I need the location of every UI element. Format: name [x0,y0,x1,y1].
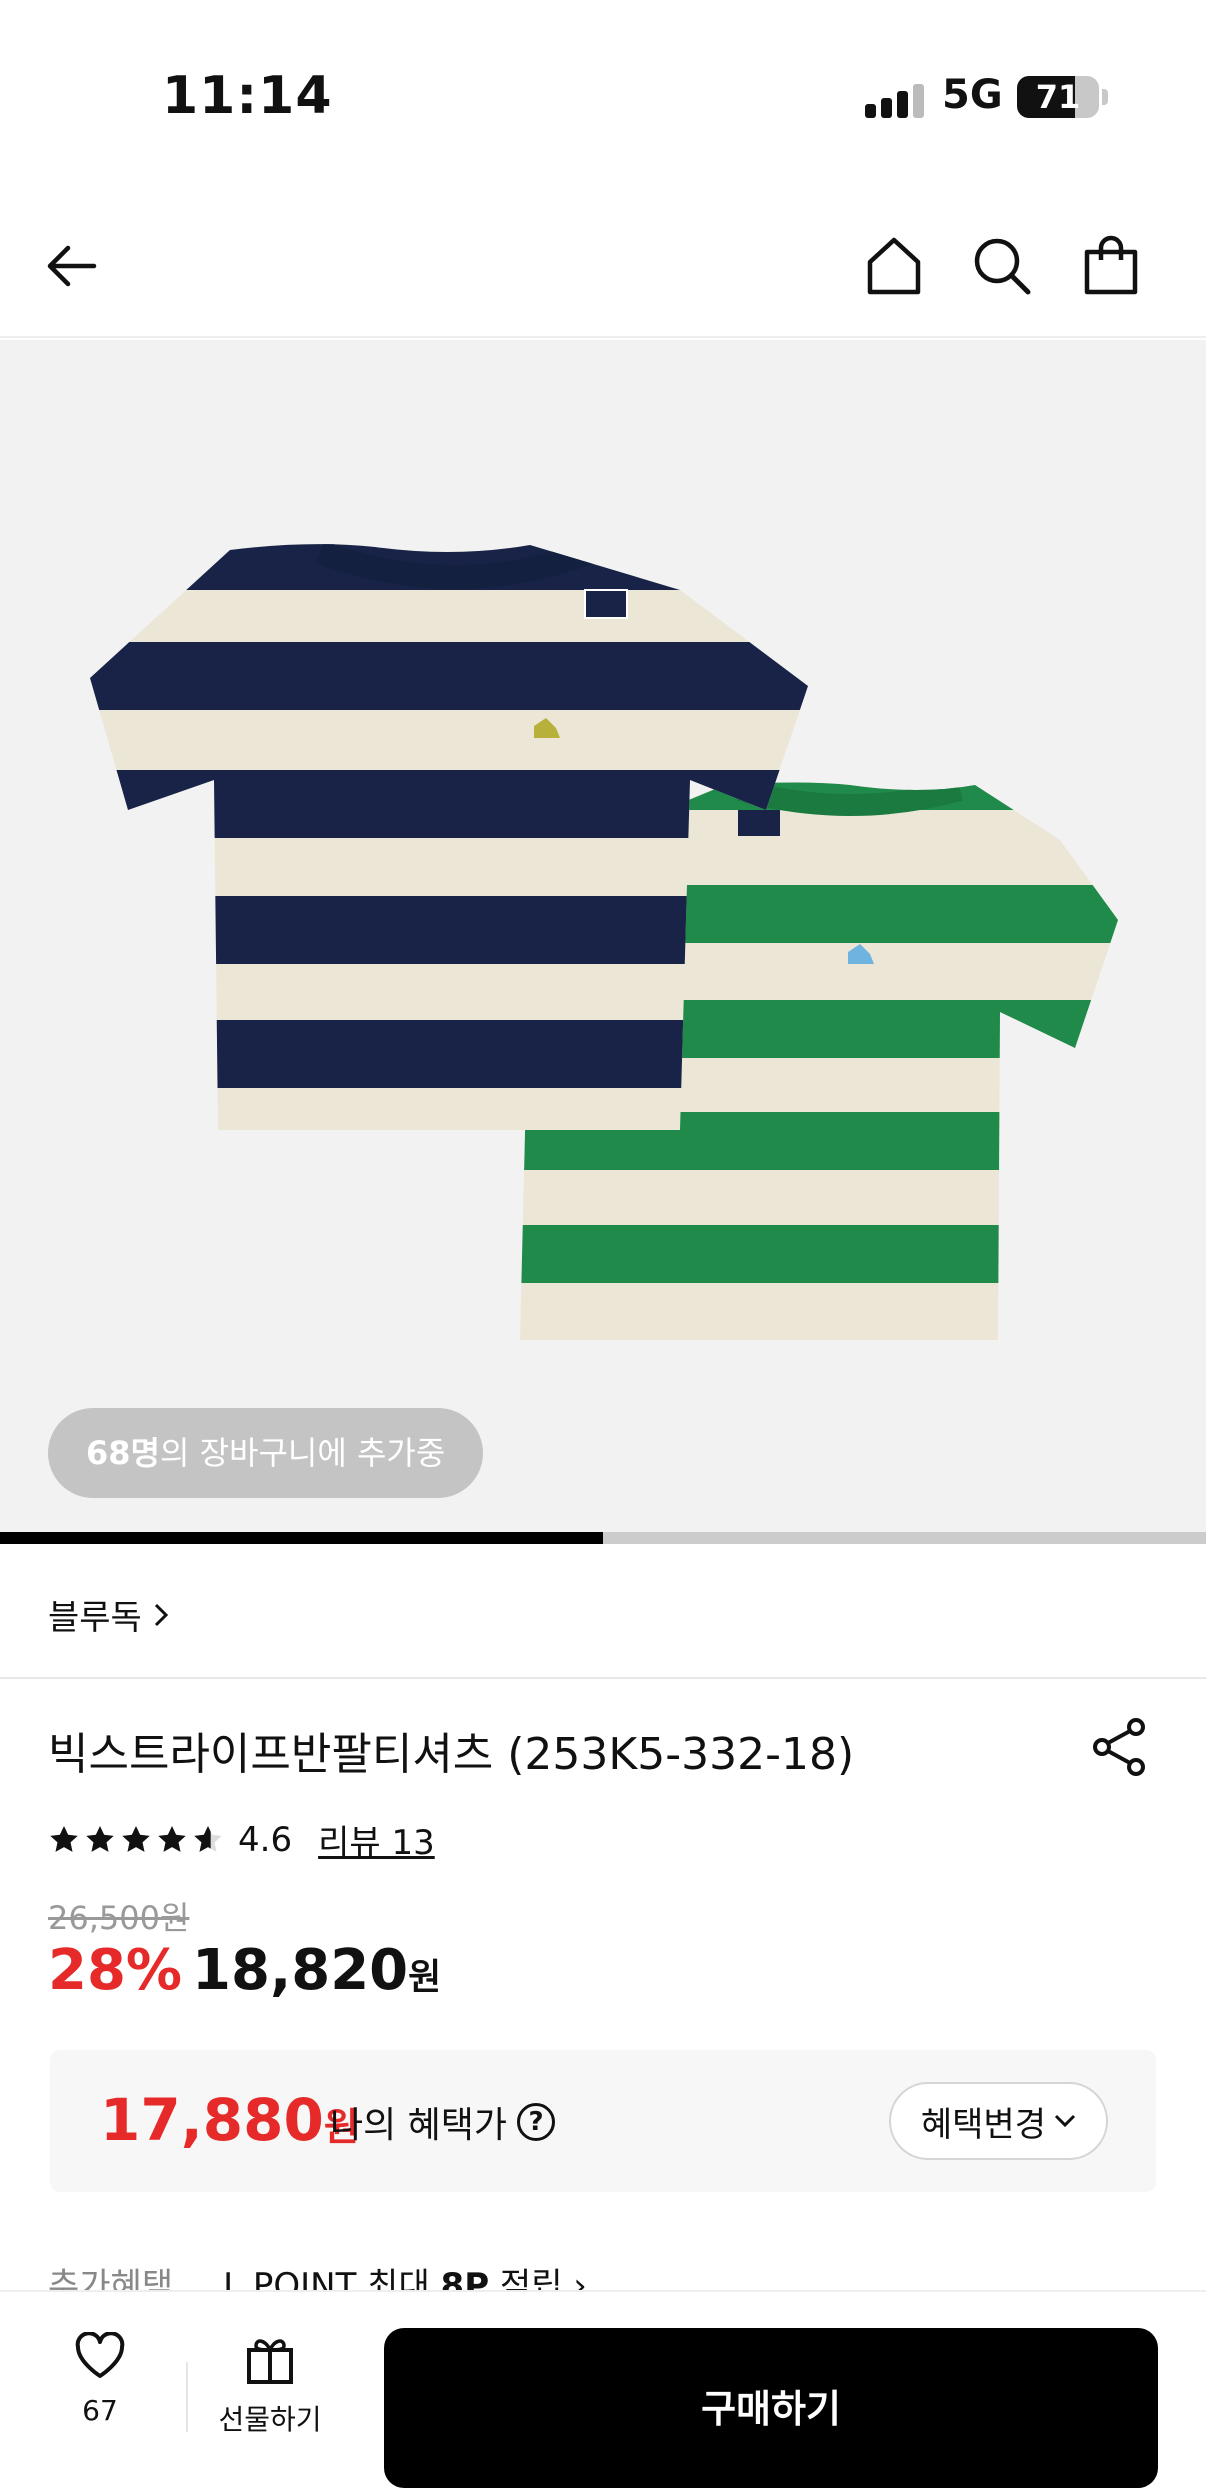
arrow-left-icon [47,245,97,287]
wishlist-count: 67 [82,2394,118,2427]
chevron-right-icon [154,1603,168,1626]
benefit-price-box: 17,880 원 나의 혜택가 ? 혜택변경 [50,2050,1156,2192]
brand-link[interactable]: 블루독 [48,1590,170,1639]
sale-price: 18,820 [192,1938,409,2003]
network-label: 5G [942,72,1003,118]
original-price: 26,500원 [48,1899,190,1937]
cart-count-badge: 68명의 장바구니에 추가중 [48,1408,484,1498]
review-link[interactable]: 리뷰 13 [318,1815,435,1864]
battery-tip [1102,89,1108,105]
chevron-down-icon [1054,2114,1076,2128]
shopping-bag-icon [1084,235,1138,295]
battery-level: 71 [1035,78,1081,116]
star-icon [122,1825,150,1852]
half-star-icon [194,1825,222,1852]
star-icon [86,1825,114,1852]
share-icon [1093,1718,1145,1776]
cart-count: 68명 [86,1434,160,1472]
divider [0,1677,1206,1679]
top-nav [0,190,1206,338]
rating-row: 4.6 리뷰 13 [48,1815,435,1864]
status-bar: 11:14 5G 71 [0,0,1206,190]
gift-icon [247,2339,293,2384]
star-rating [48,1824,224,1856]
product-image [90,544,1118,1340]
home-icon [867,237,921,295]
benefit-change-label: 혜택변경 [920,2104,1046,2145]
heart-icon [75,2332,125,2378]
cart-button[interactable] [1073,228,1149,304]
product-image-gallery[interactable] [0,340,1206,1532]
share-button[interactable] [1088,1715,1152,1779]
gallery-progress-track [0,1532,1206,1544]
benefit-change-button[interactable]: 혜택변경 [888,2082,1108,2160]
benefit-price-value: 17,880 [100,2086,324,2154]
buy-button[interactable]: 구매하기 [384,2328,1158,2488]
signal-icon [865,80,925,118]
discount-rate: 28% [48,1938,183,2003]
status-time: 11:14 [162,66,333,126]
rating-value: 4.6 [238,1819,293,1860]
star-icon [158,1825,186,1852]
price-unit: 원 [408,1957,442,1998]
wishlist-button[interactable]: 67 [60,2332,140,2427]
product-title: 빅스트라이프반팔티셔츠 (253K5-332-18) [48,1729,855,1780]
help-icon[interactable]: ? [517,2103,556,2141]
star-icon [50,1825,78,1852]
search-button[interactable] [964,228,1040,304]
brand-name: 블루독 [48,1598,142,1638]
divider [186,2362,188,2432]
search-icon [974,238,1031,295]
cart-text: 의 장바구니에 추가중 [159,1434,446,1472]
benefit-label-group: 나의 혜택가 ? [330,2096,556,2148]
benefit-label: 나의 혜택가 [330,2105,508,2146]
gallery-progress-bar [0,1532,603,1544]
gift-button[interactable]: 선물하기 [212,2332,328,2438]
back-button[interactable] [34,228,110,304]
battery-icon: 71 [1017,76,1099,118]
home-button[interactable] [856,228,932,304]
price-row: 28% 18,820 원 [48,1938,441,2003]
benefit-price: 17,880 원 [100,2086,359,2154]
gift-label: 선물하기 [218,2403,322,2436]
bottom-action-bar: 67 선물하기 구매하기 [0,2290,1206,2488]
